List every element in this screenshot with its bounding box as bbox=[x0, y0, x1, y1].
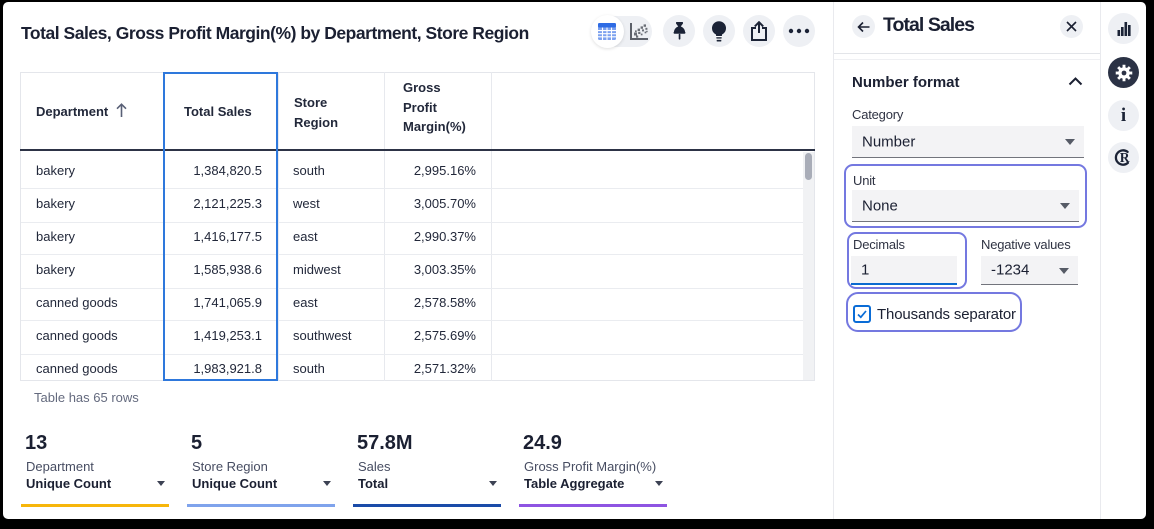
svg-text:R: R bbox=[1120, 150, 1130, 165]
